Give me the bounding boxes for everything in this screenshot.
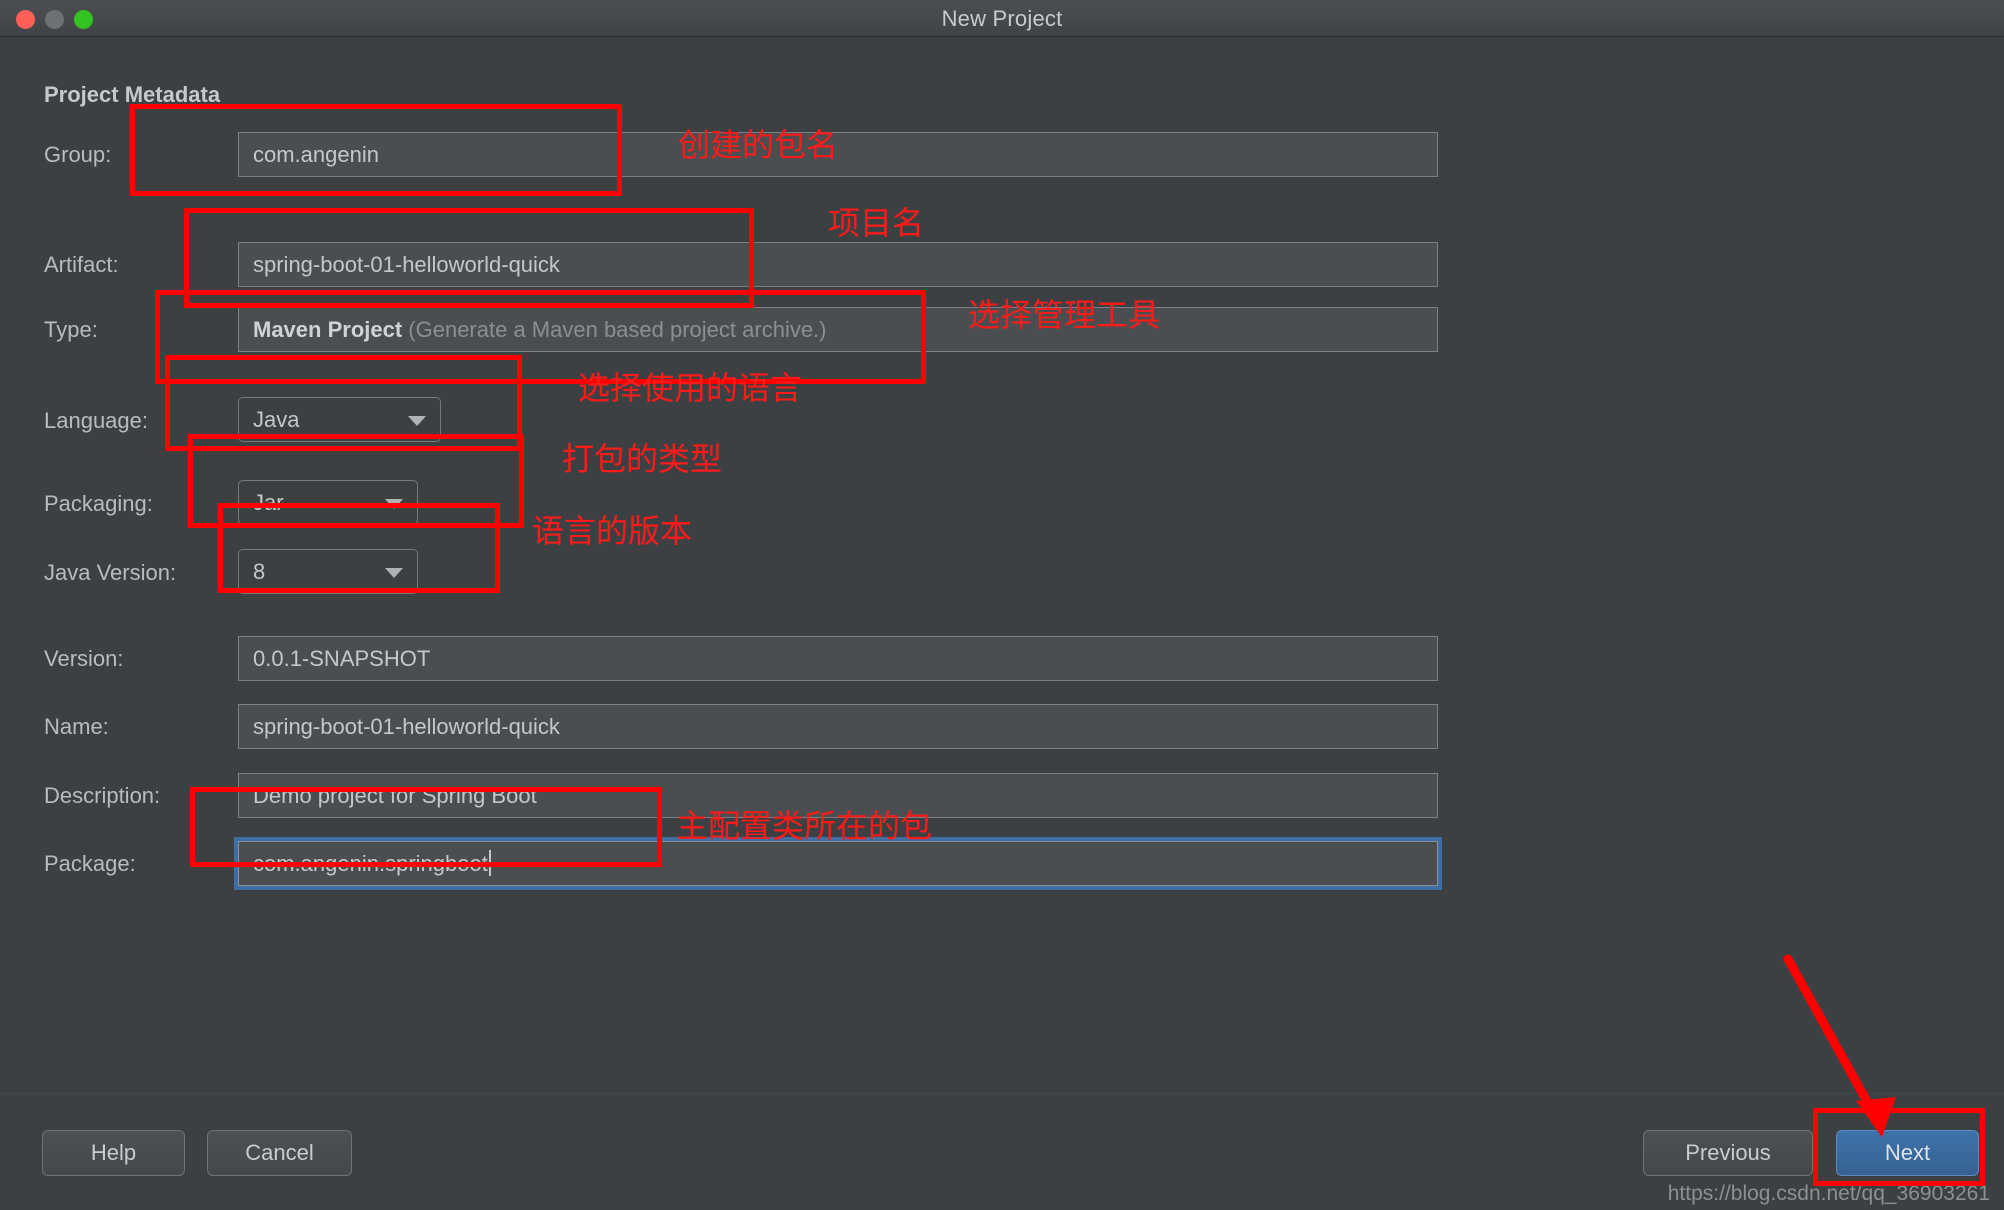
- artifact-input[interactable]: spring-boot-01-helloworld-quick: [238, 242, 1438, 287]
- javaversion-value: 8: [253, 559, 266, 584]
- window-title: New Project: [941, 6, 1063, 31]
- package-input[interactable]: com.angenin.springboot: [234, 837, 1442, 890]
- annotation-label-packaging: 打包的类型: [562, 440, 723, 478]
- previous-button[interactable]: Previous: [1643, 1130, 1813, 1176]
- version-label: Version:: [44, 646, 124, 671]
- dialog-footer: Help Cancel Previous Next https://blog.c…: [0, 1093, 2004, 1210]
- description-label: Description:: [44, 783, 161, 808]
- type-value-suffix: (Generate a Maven based project archive.…: [402, 317, 827, 342]
- chevron-down-icon: [385, 499, 403, 509]
- chevron-down-icon: [408, 416, 426, 426]
- dialog-body: Project Metadata Group: com.angenin Arti…: [0, 37, 2004, 1130]
- packaging-value: Jar: [253, 490, 284, 515]
- annotation-label-type: 选择管理工具: [968, 296, 1161, 334]
- cancel-button[interactable]: Cancel: [207, 1130, 352, 1176]
- language-value: Java: [253, 407, 300, 432]
- packaging-label: Packaging:: [44, 491, 153, 516]
- type-value: Maven Project: [253, 317, 403, 342]
- name-label: Name:: [44, 714, 109, 739]
- annotation-label-artifact: 项目名: [828, 204, 925, 242]
- language-label: Language:: [44, 408, 148, 433]
- type-input[interactable]: Maven Project (Generate a Maven based pr…: [238, 307, 1438, 352]
- help-button[interactable]: Help: [42, 1130, 185, 1176]
- package-label: Package:: [44, 851, 136, 876]
- annotation-label-package: 主配置类所在的包: [676, 807, 933, 845]
- type-label: Type:: [44, 317, 98, 342]
- name-input[interactable]: spring-boot-01-helloworld-quick: [238, 704, 1438, 749]
- watermark: https://blog.csdn.net/qq_36903261: [1667, 1182, 1990, 1205]
- version-input[interactable]: 0.0.1-SNAPSHOT: [238, 636, 1438, 681]
- new-project-dialog: New Project Project Metadata Group: com.…: [0, 0, 2004, 1210]
- language-select[interactable]: Java: [238, 397, 441, 442]
- section-title: Project Metadata: [44, 82, 221, 107]
- chevron-down-icon: [385, 568, 403, 578]
- package-value: com.angenin.springboot: [253, 851, 488, 876]
- annotation-label-group: 创建的包名: [678, 126, 839, 164]
- next-button[interactable]: Next: [1836, 1130, 1979, 1176]
- group-label: Group:: [44, 142, 112, 167]
- javaversion-select[interactable]: 8: [238, 549, 418, 594]
- window-titlebar: New Project: [0, 0, 2004, 37]
- artifact-label: Artifact:: [44, 252, 119, 277]
- annotation-label-language: 选择使用的语言: [578, 369, 803, 407]
- text-caret: [488, 850, 491, 876]
- javaversion-label: Java Version:: [44, 560, 177, 585]
- annotation-label-javaversion: 语言的版本: [532, 512, 693, 550]
- packaging-select[interactable]: Jar: [238, 480, 418, 525]
